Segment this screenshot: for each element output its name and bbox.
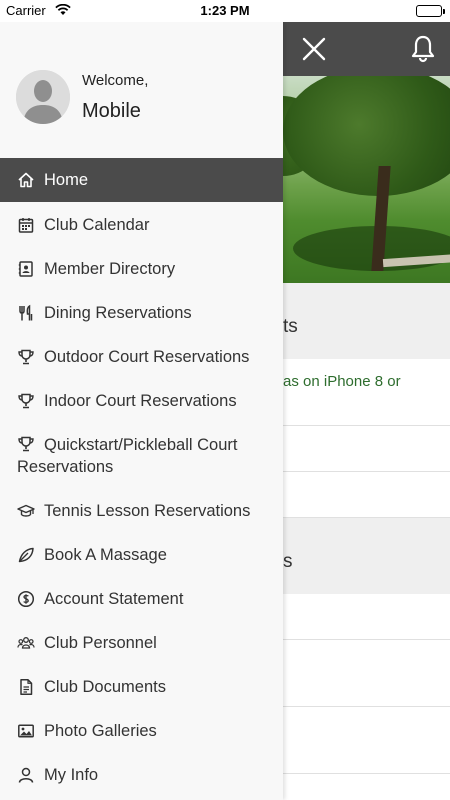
- menu-item-dining-reservations[interactable]: Dining Reservations: [0, 290, 283, 334]
- menu-item-club-calendar[interactable]: Club Calendar: [0, 202, 283, 246]
- status-bar: Carrier 1:23 PM: [0, 0, 450, 22]
- home-icon: [17, 171, 35, 189]
- menu-item-label: Book A Massage: [44, 546, 167, 564]
- image-icon: [17, 722, 35, 740]
- hero-image: [283, 76, 450, 283]
- user-icon: [17, 766, 35, 784]
- bell-icon[interactable]: [410, 35, 436, 63]
- menu-item-label: Indoor Court Reservations: [44, 392, 237, 410]
- contact-book-icon: [17, 260, 35, 278]
- menu-item-club-documents[interactable]: Club Documents: [0, 664, 283, 708]
- trophy-icon: [17, 348, 35, 366]
- profile-header: Welcome, Mobile: [0, 22, 283, 158]
- menu-item-indoor-court-reservations[interactable]: Indoor Court Reservations: [0, 378, 283, 422]
- leaf-icon: [17, 546, 35, 564]
- menu-item-member-directory[interactable]: Member Directory: [0, 246, 283, 290]
- battery-icon: [416, 5, 445, 17]
- trophy-icon: [17, 392, 35, 410]
- menu-item-label: Club Personnel: [44, 634, 157, 652]
- calendar-icon: [17, 216, 35, 234]
- background-app: ts as on iPhone 8 or s: [283, 22, 450, 800]
- menu-item-label: Club Documents: [44, 678, 166, 696]
- list-row[interactable]: [283, 640, 450, 707]
- menu-item-label: Home: [44, 171, 89, 189]
- list-row[interactable]: [283, 426, 450, 472]
- nav-menu: Home Club Calendar Member Directory Dini…: [0, 158, 283, 796]
- list-row[interactable]: [283, 707, 450, 774]
- graduation-cap-icon: [17, 502, 35, 520]
- avatar: [16, 70, 70, 124]
- section-header: ts: [283, 283, 450, 359]
- menu-item-label: Tennis Lesson Reservations: [44, 502, 251, 520]
- menu-item-label: My Info: [44, 766, 99, 784]
- group-icon: [17, 634, 35, 652]
- list-row[interactable]: [283, 472, 450, 518]
- list-row[interactable]: as on iPhone 8 or: [283, 359, 450, 426]
- section-header: s: [283, 518, 450, 594]
- welcome-label: Welcome,: [82, 72, 149, 89]
- menu-item-label: Club Calendar: [44, 216, 150, 234]
- close-icon[interactable]: [301, 36, 327, 62]
- menu-item-photo-galleries[interactable]: Photo Galleries: [0, 708, 283, 752]
- fork-knife-icon: [17, 304, 35, 322]
- menu-item-club-personnel[interactable]: Club Personnel: [0, 620, 283, 664]
- menu-item-my-info[interactable]: My Info: [0, 752, 283, 796]
- menu-item-book-a-massage[interactable]: Book A Massage: [0, 532, 283, 576]
- list-row[interactable]: [283, 594, 450, 640]
- menu-item-quickstart-pickleball-reservations[interactable]: Quickstart/Pickleball Court Reservations: [0, 422, 283, 488]
- user-name: Mobile: [82, 100, 141, 122]
- menu-item-home[interactable]: Home: [0, 158, 283, 202]
- menu-item-label: Outdoor Court Reservations: [44, 348, 250, 366]
- clock: 1:23 PM: [200, 3, 250, 18]
- side-drawer: Welcome, Mobile Home Club Calendar Membe…: [0, 22, 283, 800]
- document-icon: [17, 678, 35, 696]
- top-bar: [283, 22, 450, 76]
- menu-item-label: Quickstart/Pickleball Court Reservations: [17, 436, 238, 476]
- menu-item-outdoor-court-reservations[interactable]: Outdoor Court Reservations: [0, 334, 283, 378]
- menu-item-tennis-lesson-reservations[interactable]: Tennis Lesson Reservations: [0, 488, 283, 532]
- trophy-icon: [17, 435, 35, 453]
- menu-item-label: Member Directory: [44, 260, 176, 278]
- menu-item-account-statement[interactable]: Account Statement: [0, 576, 283, 620]
- user-silhouette-icon: [16, 70, 70, 124]
- dollar-circle-icon: [17, 590, 35, 608]
- menu-item-label: Dining Reservations: [44, 304, 192, 322]
- menu-item-label: Photo Galleries: [44, 722, 157, 740]
- menu-item-label: Account Statement: [44, 590, 184, 608]
